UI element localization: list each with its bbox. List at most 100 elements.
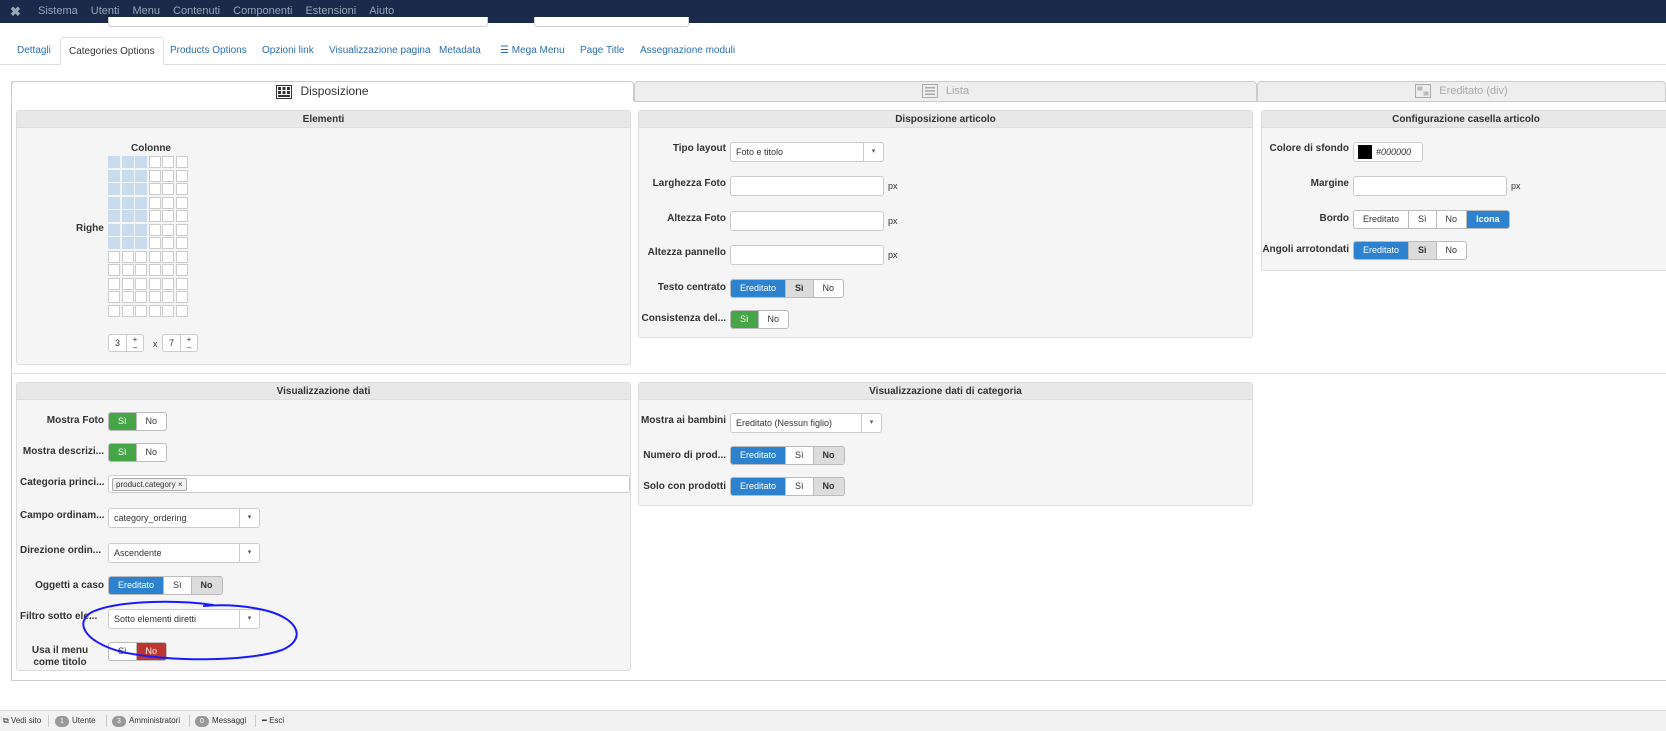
grid-cell[interactable] <box>108 183 120 195</box>
grid-cell[interactable] <box>148 250 161 263</box>
colore-sfondo-picker[interactable]: #000000 <box>1353 142 1423 162</box>
categoria-principale-field[interactable]: product.category × <box>108 475 630 493</box>
grid-cell[interactable] <box>162 250 174 263</box>
altezza-foto-input[interactable] <box>730 211 884 231</box>
grid-cell[interactable] <box>135 264 147 276</box>
grid-cell[interactable] <box>162 291 174 303</box>
columns-spinner[interactable]: 3 + – <box>108 334 144 352</box>
option-icona[interactable]: Icona <box>1467 211 1509 228</box>
grid-cell[interactable] <box>175 156 188 168</box>
grid-cell[interactable] <box>162 196 174 209</box>
grid-cell[interactable] <box>108 169 120 182</box>
grid-cell[interactable] <box>135 169 147 182</box>
oggetti-a-caso-toggle[interactable]: Ereditato Sì No <box>108 576 223 595</box>
grid-cell[interactable] <box>175 291 188 303</box>
option-ereditato[interactable]: Ereditato <box>731 280 787 297</box>
consistenza-toggle[interactable]: Sì No <box>730 310 790 329</box>
title-field-partial[interactable] <box>108 17 488 27</box>
grid-cell[interactable] <box>121 277 134 290</box>
joomla-logo-icon[interactable]: ✖ <box>10 4 21 20</box>
option-ereditato[interactable]: Ereditato <box>731 478 787 495</box>
grid-cell[interactable] <box>108 304 120 317</box>
mostra-descrizione-toggle[interactable]: Sì No <box>108 443 168 462</box>
tab-visualizzazione-pagina[interactable]: Visualizzazione pagina <box>321 37 439 65</box>
tab-metadata[interactable]: Metadata <box>431 37 489 65</box>
tipo-layout-select[interactable]: Foto e titolo ▾ <box>730 142 884 162</box>
grid-cell[interactable] <box>148 237 161 249</box>
grid-cell[interactable] <box>162 210 174 222</box>
option-si[interactable]: Sì <box>786 280 814 297</box>
altezza-pannello-input[interactable] <box>730 245 884 265</box>
grid-cell[interactable] <box>162 304 174 317</box>
menu-sistema[interactable]: Sistema <box>38 5 78 17</box>
margine-input[interactable] <box>1353 176 1507 196</box>
grid-cell[interactable] <box>135 304 147 317</box>
tab-categories-options[interactable]: Categories Options <box>60 37 164 65</box>
option-si[interactable]: Sì <box>1409 242 1437 259</box>
grid-cell[interactable] <box>175 183 188 195</box>
grid-cell[interactable] <box>148 277 161 290</box>
grid-cell[interactable] <box>108 264 120 276</box>
grid-cell[interactable] <box>121 250 134 263</box>
option-si[interactable]: Sì <box>786 447 814 464</box>
vedi-sito-link[interactable]: ⧉ Vedi sito <box>3 716 41 726</box>
grid-cell[interactable] <box>135 291 147 303</box>
rows-spinner[interactable]: 7 + – <box>162 334 198 352</box>
bordo-toggle[interactable]: Ereditato Sì No Icona <box>1353 210 1510 229</box>
option-ereditato[interactable]: Ereditato <box>1354 211 1410 228</box>
grid-cell[interactable] <box>135 277 147 290</box>
grid-cell[interactable] <box>148 156 161 168</box>
grid-cell[interactable] <box>148 169 161 182</box>
grid-cell[interactable] <box>162 169 174 182</box>
grid-cell[interactable] <box>121 304 134 317</box>
mostra-bambini-select[interactable]: Ereditato (Nessun figlio) ▾ <box>730 413 882 433</box>
grid-cell[interactable] <box>148 210 161 222</box>
grid-cell[interactable] <box>135 196 147 209</box>
option-ereditato[interactable]: Ereditato <box>1354 242 1410 259</box>
grid-cell[interactable] <box>162 183 174 195</box>
amministratori-link[interactable]: 3 Amministratori <box>112 716 180 727</box>
grid-cell[interactable] <box>121 223 134 236</box>
option-no[interactable]: No <box>1437 211 1468 228</box>
option-no[interactable]: No <box>1437 242 1467 259</box>
grid-cell[interactable] <box>121 237 134 249</box>
grid-cell[interactable] <box>175 196 188 209</box>
grid-cell[interactable] <box>108 223 120 236</box>
grid-cell[interactable] <box>135 250 147 263</box>
grid-cell[interactable] <box>162 223 174 236</box>
direzione-ordine-select[interactable]: Ascendente ▾ <box>108 543 260 563</box>
grid-cell[interactable] <box>148 223 161 236</box>
menu-contenuti[interactable]: Contenuti <box>173 5 220 17</box>
grid-cell[interactable] <box>121 169 134 182</box>
tab-products-options[interactable]: Products Options <box>162 37 255 65</box>
option-si[interactable]: Sì <box>109 413 137 430</box>
grid-cell[interactable] <box>148 291 161 303</box>
grid-cell[interactable] <box>148 196 161 209</box>
alias-field-partial[interactable] <box>534 17 689 27</box>
option-ereditato[interactable]: Ereditato <box>731 447 787 464</box>
option-si[interactable]: Sì <box>1409 211 1437 228</box>
grid-cell[interactable] <box>108 210 120 222</box>
option-no[interactable]: No <box>759 311 789 328</box>
tab-page-title[interactable]: Page Title <box>572 37 632 65</box>
grid-cell[interactable] <box>121 196 134 209</box>
grid-cell[interactable] <box>108 277 120 290</box>
esci-link[interactable]: ━ Esci <box>262 716 284 725</box>
menu-menu[interactable]: Menu <box>133 5 161 17</box>
grid-cell[interactable] <box>162 264 174 276</box>
grid-cell[interactable] <box>175 223 188 236</box>
grid-cell[interactable] <box>135 223 147 236</box>
grid-cell[interactable] <box>121 291 134 303</box>
grid-cell[interactable] <box>148 304 161 317</box>
grid-cell[interactable] <box>121 156 134 168</box>
option-no[interactable]: No <box>813 478 844 495</box>
grid-cell[interactable] <box>121 183 134 195</box>
option-ereditato[interactable]: Ereditato <box>109 577 165 594</box>
grid-cell[interactable] <box>162 156 174 168</box>
solo-con-prodotti-toggle[interactable]: Ereditato Sì No <box>730 477 845 496</box>
grid-cell[interactable] <box>108 250 120 263</box>
tab-mega-menu[interactable]: ☰ Mega Menu <box>492 37 573 65</box>
grid-cell[interactable] <box>121 264 134 276</box>
option-no[interactable]: No <box>813 447 844 464</box>
angoli-arrotondati-toggle[interactable]: Ereditato Sì No <box>1353 241 1468 260</box>
